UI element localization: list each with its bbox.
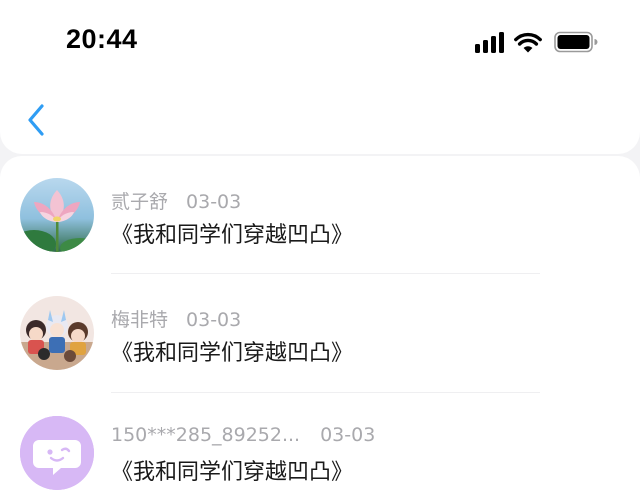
chevron-left-icon [28,104,44,136]
work-title[interactable]: 《我和同学们穿越凹凸》 [111,454,353,486]
work-title[interactable]: 《我和同学们穿越凹凸》 [111,335,353,367]
comment-meta: 梅非特 03-03 [111,305,241,332]
avatar[interactable] [20,178,94,252]
avatar[interactable] [20,416,94,490]
username[interactable]: 150***285_89252... [111,424,300,446]
comment-date: 03-03 [186,309,242,331]
comment-meta: 贰子舒 03-03 [111,187,241,214]
default-chat-bubble-avatar [20,416,94,490]
list-item[interactable]: 贰子舒 03-03 《我和同学们穿越凹凸》 [0,156,640,274]
list-item[interactable]: 梅非特 03-03 《我和同学们穿越凹凸》 [0,274,640,392]
status-icons [475,30,598,54]
comment-meta: 150***285_89252... 03-03 [111,424,375,446]
status-time: 20:44 [66,24,138,54]
comment-list: 贰子舒 03-03 《我和同学们穿越凹凸》 梅非特 03-03 《我和同学们穿越… [0,156,640,502]
comment-date: 03-03 [320,424,376,446]
avatar[interactable] [20,296,94,370]
battery-icon [554,31,598,53]
back-button[interactable] [18,100,54,140]
username[interactable]: 梅非特 [111,309,168,331]
screen: 20:44 贰子舒 03-03 《我和同学们穿越凹凸》 梅非特 03-03 《我… [0,0,640,502]
list-item[interactable]: 150***285_89252... 03-03 《我和同学们穿越凹凸》 [0,393,640,502]
lotus-photo-avatar [20,178,94,252]
signal-icon [475,31,504,53]
header: 20:44 [0,0,640,154]
comment-date: 03-03 [186,191,242,213]
wifi-icon [514,32,542,52]
anime-characters-avatar [20,296,94,370]
username[interactable]: 贰子舒 [111,191,168,213]
work-title[interactable]: 《我和同学们穿越凹凸》 [111,217,353,249]
